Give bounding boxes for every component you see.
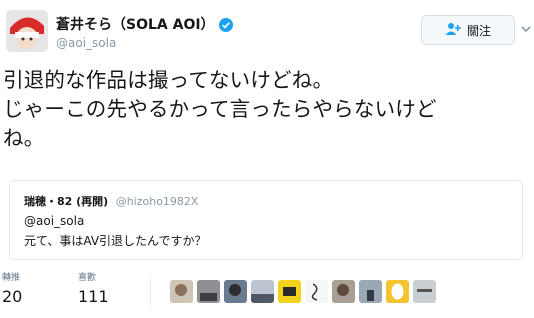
tweet-text: 引退的な作品は撮ってないけどね。 じゃーこの先やるかって言ったらやらないけど ね…: [3, 66, 533, 153]
quoted-text: 元て、事はAV引退したんですか？: [24, 234, 207, 248]
retweets-stat[interactable]: 轉推 20: [2, 270, 22, 306]
follow-button[interactable]: 關注: [421, 15, 515, 45]
quoted-handle: @hizoho1982X: [115, 195, 199, 208]
name-line: 蒼井そら（SOLA AOI）: [56, 14, 233, 34]
likes-count: 111: [78, 287, 109, 306]
likes-label: 喜歡: [78, 273, 97, 283]
quoted-tweet[interactable]: 瑞穂・82 (再開) @hizoho1982X @aoi_sola 元て、事はA…: [9, 180, 523, 260]
liker-avatars: [170, 280, 436, 303]
user-handle[interactable]: @aoi_sola: [56, 36, 116, 50]
quoted-display-name: 瑞穂・82 (再開): [24, 195, 109, 208]
liker-avatar[interactable]: [413, 280, 436, 303]
follow-label: 關注: [466, 23, 491, 38]
add-user-icon: [445, 21, 461, 40]
liker-avatar[interactable]: [224, 280, 247, 303]
quoted-tweet-header: 瑞穂・82 (再開) @hizoho1982X: [24, 193, 198, 209]
display-name[interactable]: 蒼井そら（SOLA AOI）: [56, 14, 215, 34]
verified-badge-icon: [218, 17, 233, 32]
likes-stat[interactable]: 喜歡 111: [78, 270, 109, 306]
tweet-text-line: ね。: [3, 126, 45, 150]
liker-avatar[interactable]: [251, 280, 274, 303]
tweet-header: 蒼井そら（SOLA AOI） @aoi_sola 關注: [0, 0, 534, 62]
stats-divider: [150, 278, 151, 306]
liker-avatar[interactable]: [332, 280, 355, 303]
liker-avatar[interactable]: [305, 280, 328, 303]
chevron-down-icon[interactable]: [520, 20, 532, 33]
user-avatar[interactable]: [6, 10, 48, 52]
retweets-count: 20: [2, 287, 23, 306]
liker-avatar[interactable]: [278, 280, 301, 303]
quoted-mention: @aoi_sola: [24, 214, 85, 228]
liker-avatar[interactable]: [359, 280, 382, 303]
liker-avatar[interactable]: [170, 280, 193, 303]
tweet-text-line: じゃーこの先やるかって言ったらやらないけど: [3, 97, 437, 121]
liker-avatar[interactable]: [197, 280, 220, 303]
liker-avatar[interactable]: [386, 280, 409, 303]
retweets-label: 轉推: [2, 273, 21, 283]
tweet-text-line: 引退的な作品は撮ってないけどね。: [3, 68, 334, 92]
